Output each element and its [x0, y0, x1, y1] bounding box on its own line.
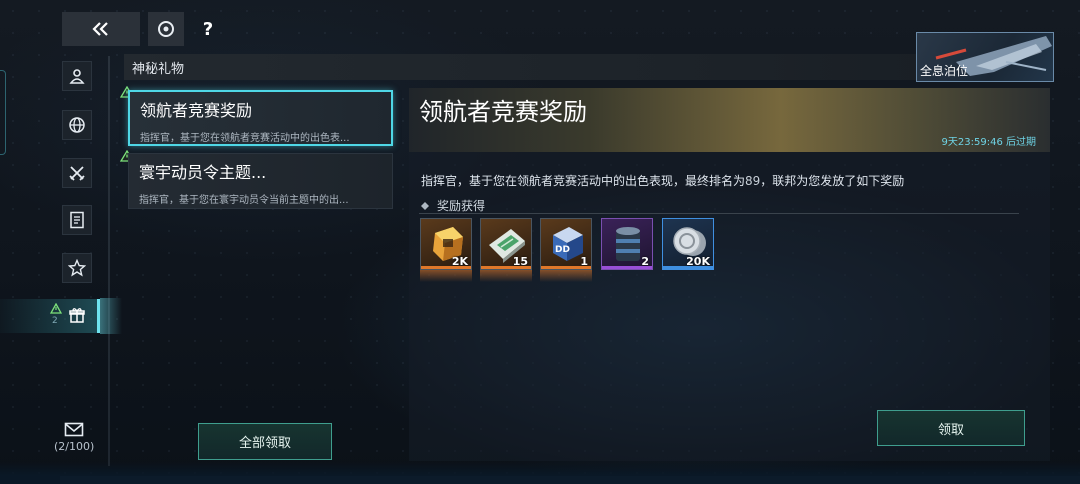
svg-text:DD: DD — [555, 245, 570, 255]
back-button[interactable] — [62, 12, 140, 46]
reward-item[interactable]: 15 — [480, 218, 532, 270]
rarity-bar — [663, 266, 713, 269]
person-icon — [69, 69, 85, 84]
reward-item[interactable]: 2K — [420, 218, 472, 270]
rarity-glow — [540, 270, 592, 282]
double-chevron-left-icon — [92, 22, 108, 36]
mail-title: 领航者竞赛奖励 — [140, 101, 253, 120]
mail-preview: 指挥官，基于您在寰宇动员令当前主题中的出... — [139, 195, 349, 206]
left-edge-frame — [0, 70, 6, 155]
body-rank: 89 — [745, 174, 761, 188]
gift-count-badge: 2 — [52, 316, 58, 326]
nav-item-profile[interactable] — [62, 61, 92, 91]
nav-divider — [108, 56, 110, 466]
reward-item[interactable]: 2 — [601, 218, 653, 270]
category-title: 神秘礼物 — [132, 61, 185, 77]
detail-title: 领航者竞赛奖励 — [419, 98, 587, 126]
gift-icon — [69, 308, 85, 323]
claim-all-label: 全部领取 — [238, 436, 291, 451]
nav-item-world[interactable] — [62, 110, 92, 140]
mail-item[interactable]: 领航者竞赛奖励 指挥官，基于您在领航者竞赛活动中的出色表... — [128, 90, 393, 146]
reward-item[interactable]: DD 1 — [540, 218, 592, 270]
mail-title: 寰宇动员令主题... — [139, 163, 267, 182]
claim-label: 领取 — [937, 422, 964, 438]
nav-item-favorites[interactable] — [62, 253, 92, 283]
mail-capacity: (2/100) — [54, 440, 95, 453]
warning-icon — [50, 303, 62, 314]
claim-button[interactable]: 领取 — [877, 410, 1025, 446]
body-text-suffix: ，联邦为您发放了如下奖励 — [760, 174, 905, 188]
document-icon — [70, 211, 84, 229]
star-icon — [68, 259, 86, 277]
hologram-badge-label: 全息泊位 — [920, 64, 969, 78]
nav-item-reports[interactable] — [62, 205, 92, 235]
bottom-bar — [60, 476, 1080, 484]
body-text-prefix: 指挥官，基于您在领航者竞赛活动中的出色表现，最终排名为 — [421, 174, 746, 188]
settings-button[interactable] — [148, 12, 184, 46]
section-divider — [419, 213, 1019, 214]
rarity-bar — [602, 266, 652, 269]
category-header: 神秘礼物 — [124, 54, 1050, 80]
help-button[interactable]: ? — [190, 12, 226, 46]
rarity-bar — [541, 266, 591, 269]
envelope-icon — [64, 422, 84, 437]
globe-icon — [69, 117, 85, 133]
hologram-dock-button[interactable]: 全息泊位 — [916, 32, 1054, 82]
claim-all-button[interactable]: 全部领取 — [198, 423, 332, 460]
nav-item-battle[interactable] — [62, 158, 92, 188]
mail-preview: 指挥官，基于您在领航者竞赛活动中的出色表... — [140, 133, 350, 144]
nav-active-glow — [100, 298, 122, 334]
rarity-bar — [421, 266, 471, 269]
rarity-glow — [480, 270, 532, 282]
mail-item[interactable]: 寰宇动员令主题... 指挥官，基于您在寰宇动员令当前主题中的出... — [128, 153, 393, 209]
mail-detail-panel: 领航者竞赛奖励 9天23:59:46 后过期 指挥官，基于您在领航者竞赛活动中的… — [409, 88, 1050, 461]
reward-item[interactable]: 20K — [662, 218, 714, 270]
rewards-section-label: 奖励获得 — [421, 197, 485, 214]
rarity-glow — [420, 270, 472, 282]
help-icon: ? — [202, 18, 214, 40]
settings-ring-icon — [158, 21, 174, 37]
rewards-label: 奖励获得 — [437, 199, 486, 213]
diamond-bullet-icon — [421, 201, 429, 210]
expiry-timer: 9天23:59:46 后过期 — [941, 137, 1036, 148]
detail-body: 指挥官，基于您在领航者竞赛活动中的出色表现，最终排名为89，联邦为您发放了如下奖… — [421, 172, 904, 189]
crossed-swords-icon — [69, 166, 85, 181]
rarity-bar — [481, 266, 531, 269]
